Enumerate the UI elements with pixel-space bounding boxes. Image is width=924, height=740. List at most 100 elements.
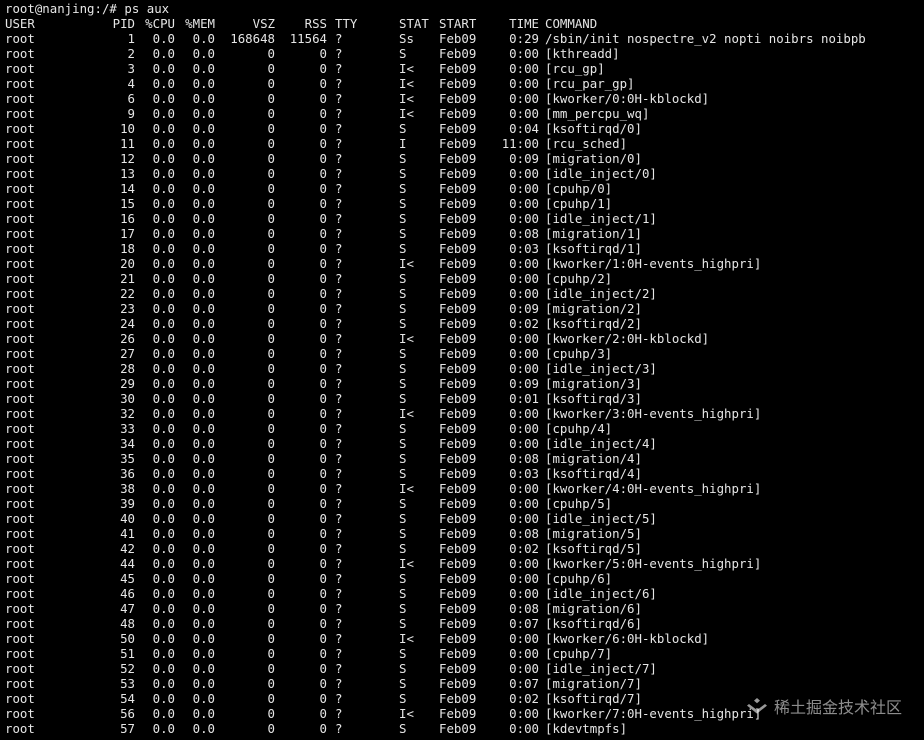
cell-cpu: 0.0 [152,151,175,166]
cell-start: Feb09 [439,496,477,511]
cell-pid: 50 [120,631,135,646]
cell-pid: 24 [120,316,135,331]
cell-time: 0:00 [509,496,539,511]
cell-mem: 0.0 [192,466,215,481]
cell-user: root [5,466,35,481]
cell-cpu: 0.0 [152,721,175,736]
cell-mem: 0.0 [192,646,215,661]
cell-command: [cpuhp/0] [545,181,613,196]
cell-stat: I< [399,91,414,106]
cell-pid: 44 [120,556,135,571]
cell-command: [idle_inject/7] [545,661,657,676]
cell-time: 0:08 [509,226,539,241]
cell-pid: 23 [120,301,135,316]
cell-vsz: 0 [267,241,275,256]
cell-start: Feb09 [439,361,477,376]
cell-cpu: 0.0 [152,556,175,571]
cell-user: root [5,181,35,196]
cell-user: root [5,31,35,46]
cell-pid: 54 [120,691,135,706]
cell-time: 0:08 [509,601,539,616]
process-row: root 18 0.0 0.0 0 0? S Feb09 0:03 [ksoftirqd/1] [5,241,924,256]
cell-mem: 0.0 [192,421,215,436]
cell-user: root [5,376,35,391]
cell-pid: 12 [120,151,135,166]
cell-cpu: 0.0 [152,316,175,331]
cell-start: Feb09 [439,376,477,391]
cell-mem: 0.0 [192,526,215,541]
cell-command: [kworker/1:0H-events_highpri] [545,256,762,271]
cell-command: [kworker/5:0H-events_highpri] [545,556,762,571]
cell-tty: ? [335,421,343,436]
terminal-window[interactable]: root@nanjing:/# ps aux USER PID %CPU %ME… [0,0,924,740]
cell-tty: ? [335,616,343,631]
cell-mem: 0.0 [192,61,215,76]
cell-time: 0:00 [509,331,539,346]
cell-mem: 0.0 [192,331,215,346]
cell-vsz: 0 [267,151,275,166]
cell-cpu: 0.0 [152,241,175,256]
process-row: root 38 0.0 0.0 0 0? I< Feb09 0:00 [kworker/4:0H-… [5,481,924,496]
cell-rss: 0 [319,691,327,706]
cell-rss: 0 [319,646,327,661]
cell-stat: S [399,196,407,211]
cell-time: 0:00 [509,91,539,106]
cell-cpu: 0.0 [152,496,175,511]
cell-vsz: 0 [267,616,275,631]
process-row: root 52 0.0 0.0 0 0? S Feb09 0:00 [idle_inject/7] [5,661,924,676]
cell-vsz: 0 [267,706,275,721]
cell-pid: 2 [127,46,135,61]
cell-rss: 0 [319,256,327,271]
cell-stat: S [399,151,407,166]
cell-pid: 51 [120,646,135,661]
cell-pid: 41 [120,526,135,541]
cell-pid: 27 [120,346,135,361]
cell-cpu: 0.0 [152,526,175,541]
cell-vsz: 0 [267,451,275,466]
cell-time: 0:00 [509,631,539,646]
cell-stat: I< [399,406,414,421]
cell-rss: 0 [319,271,327,286]
cell-time: 0:00 [509,571,539,586]
cell-stat: S [399,226,407,241]
process-row: root 44 0.0 0.0 0 0? I< Feb09 0:00 [kworker/5:0H-… [5,556,924,571]
cell-mem: 0.0 [192,391,215,406]
cell-tty: ? [335,181,343,196]
cell-vsz: 0 [267,271,275,286]
process-row: root 28 0.0 0.0 0 0? S Feb09 0:00 [idle_inject/3] [5,361,924,376]
cell-vsz: 0 [267,76,275,91]
cell-user: root [5,256,35,271]
cell-start: Feb09 [439,526,477,541]
cell-start: Feb09 [439,571,477,586]
cell-rss: 0 [319,346,327,361]
cell-user: root [5,496,35,511]
cell-command: [idle_inject/1] [545,211,657,226]
cell-start: Feb09 [439,691,477,706]
cell-pid: 18 [120,241,135,256]
process-row: root 30 0.0 0.0 0 0? S Feb09 0:01 [ksoftirqd/3] [5,391,924,406]
cell-pid: 45 [120,571,135,586]
cell-user: root [5,526,35,541]
process-row: root 1 0.0 0.0 168648 11564? Ss Feb09 0:29/sbin/… [5,31,924,46]
cell-cpu: 0.0 [152,391,175,406]
process-row: root 27 0.0 0.0 0 0? S Feb09 0:00 [cpuhp/3] [5,346,924,361]
cell-pid: 15 [120,196,135,211]
cell-stat: S [399,376,407,391]
cell-cpu: 0.0 [152,301,175,316]
cell-cpu: 0.0 [152,256,175,271]
cell-user: root [5,571,35,586]
cell-start: Feb09 [439,676,477,691]
cell-vsz: 0 [267,226,275,241]
cell-command: [rcu_par_gp] [545,76,635,91]
cell-mem: 0.0 [192,346,215,361]
cell-mem: 0.0 [192,241,215,256]
cell-start: Feb09 [439,331,477,346]
cell-tty: ? [335,241,343,256]
cell-stat: S [399,526,407,541]
cell-pid: 16 [120,211,135,226]
cell-start: Feb09 [439,196,477,211]
process-list: root 1 0.0 0.0 168648 11564? Ss Feb09 0:29/sbin/… [5,31,924,736]
cell-user: root [5,121,35,136]
cell-tty: ? [335,331,343,346]
cell-vsz: 168648 [230,31,275,46]
